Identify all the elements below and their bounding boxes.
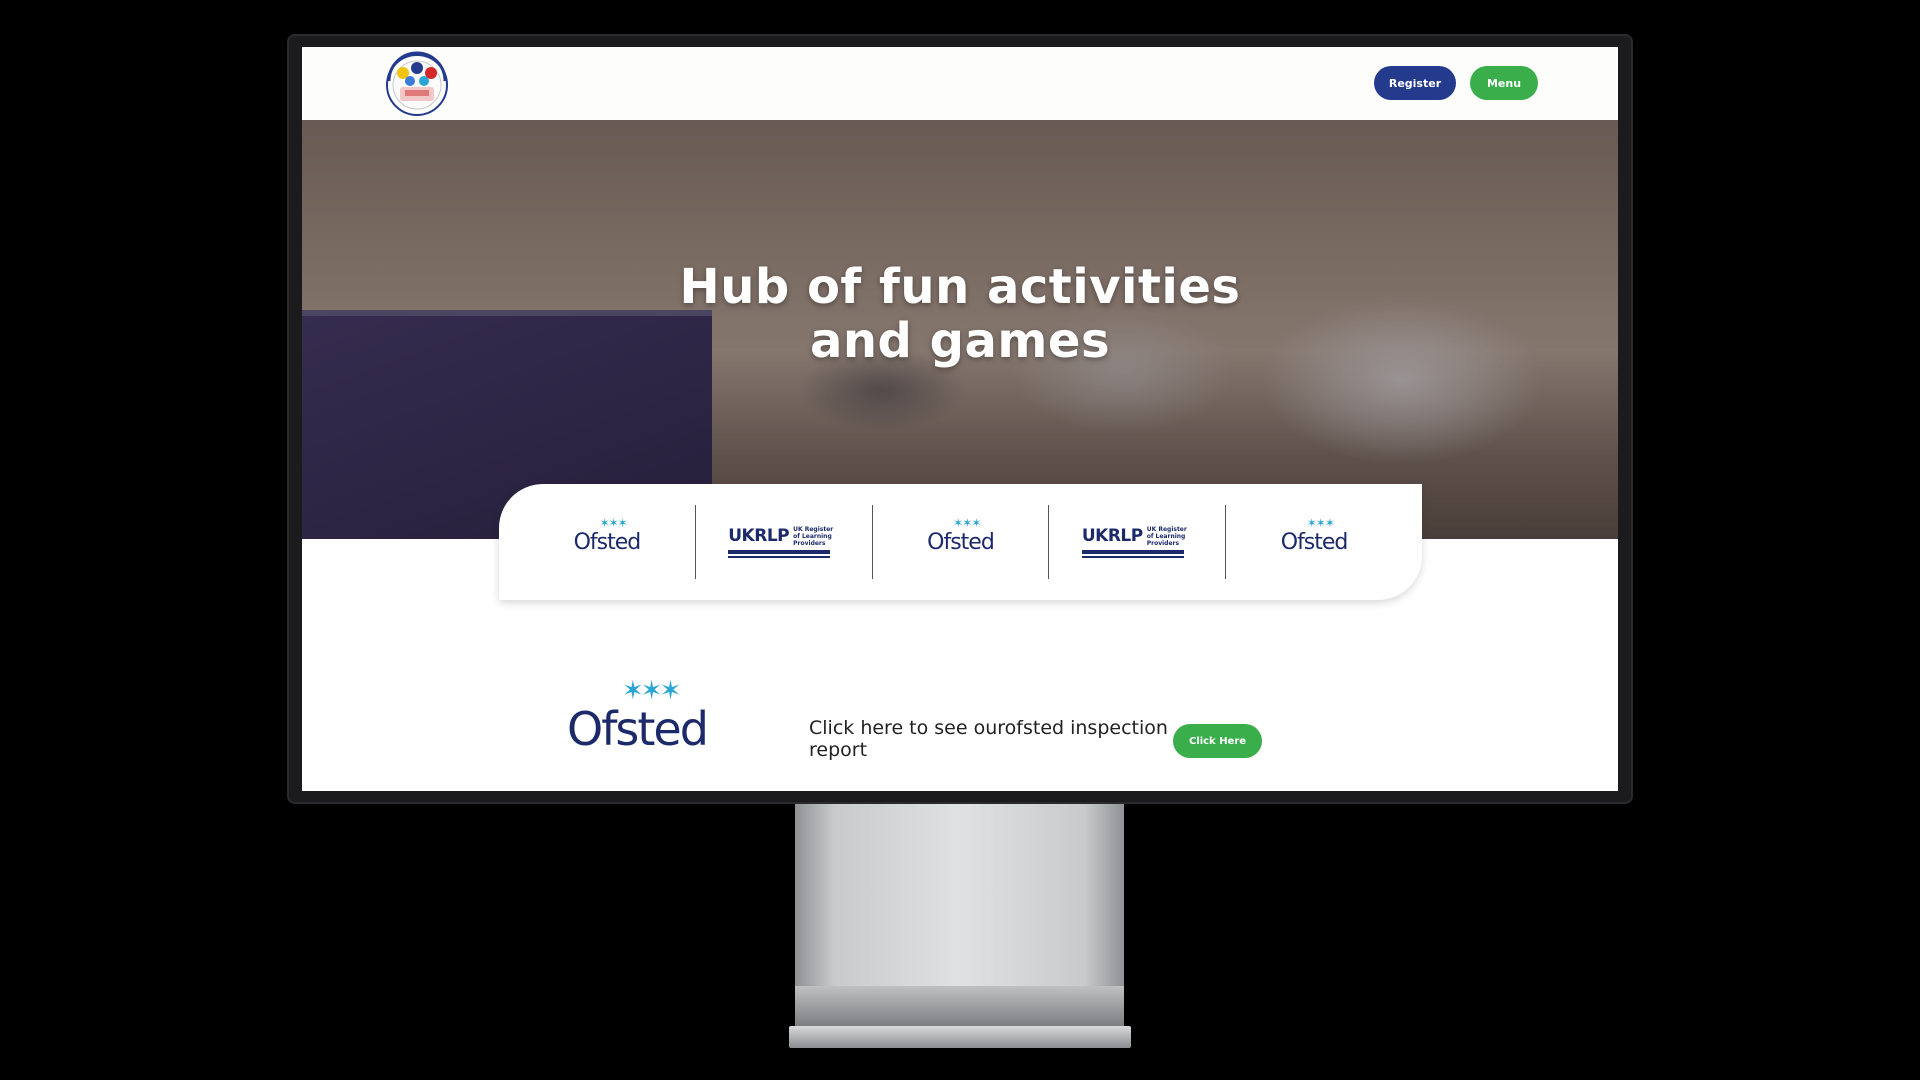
accreditation-strip: ✶✶✶ Ofsted UKRLP UK Register of Learning P… bbox=[499, 484, 1422, 600]
accreditation-ofsted-3: ✶✶✶ Ofsted bbox=[1226, 507, 1402, 577]
ofsted-logo: ✶✶✶ Ofsted bbox=[573, 515, 642, 555]
ofsted-report-text: Click here to see ourofsted inspection r… bbox=[809, 717, 1168, 761]
ofsted-stars-icon: ✶✶✶ bbox=[599, 515, 628, 530]
accreditation-ofsted-2: ✶✶✶ Ofsted bbox=[873, 507, 1049, 577]
hero-title-line-1: Hub of fun activities bbox=[679, 259, 1241, 316]
monitor-stand bbox=[795, 804, 1124, 1026]
click-here-button[interactable]: Click Here bbox=[1173, 724, 1262, 758]
ofsted-report-logo: ✶✶✶ Ofsted bbox=[567, 676, 709, 756]
hero-title-line-2: and games bbox=[809, 313, 1111, 370]
ofsted-stars-icon: ✶✶✶ bbox=[953, 515, 981, 530]
accreditation-ukrlp-1: UKRLP UK Register of Learning Providers bbox=[696, 507, 872, 577]
accreditation-ofsted-1: ✶✶✶ Ofsted bbox=[519, 507, 695, 577]
monitor-stand-base bbox=[789, 1026, 1131, 1048]
ofsted-logo: ✶✶✶ Ofsted bbox=[1280, 515, 1349, 555]
ofsted-report-section bbox=[302, 47, 1618, 191]
accreditation-ukrlp-2: UKRLP UK Register of Learning Providers bbox=[1049, 507, 1225, 577]
ofsted-stars-icon: ✶✶✶ bbox=[1306, 515, 1335, 530]
ofsted-logo: ✶✶✶ Ofsted bbox=[927, 515, 995, 555]
ofsted-stars-icon: ✶✶✶ bbox=[622, 676, 681, 706]
website-screen: Register Menu Hub of fun activities and … bbox=[302, 47, 1618, 791]
ukrlp-logo: UKRLP UK Register of Learning Providers bbox=[1081, 526, 1193, 558]
ukrlp-logo: UKRLP UK Register of Learning Providers bbox=[728, 526, 839, 558]
hero-title: Hub of fun activities and games bbox=[302, 260, 1618, 368]
